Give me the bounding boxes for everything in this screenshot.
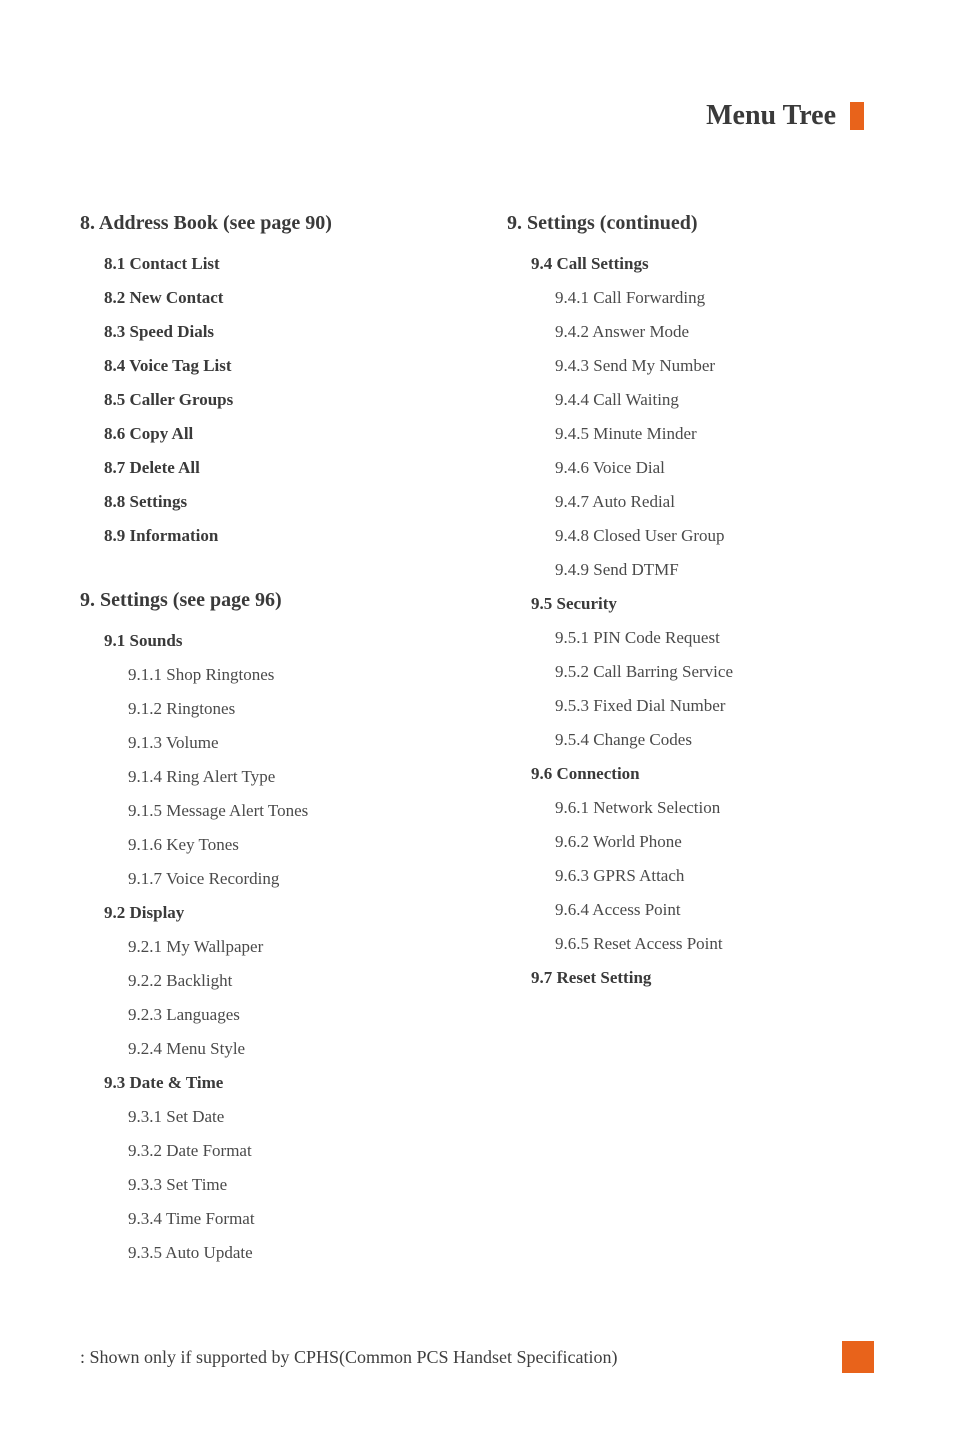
right-column: 9. Settings (continued) 9.4 Call Setting… bbox=[507, 212, 874, 1270]
item-8-9: 8.9 Information bbox=[104, 519, 447, 553]
item-9-3-3: 9.3.3 Set Time bbox=[128, 1168, 447, 1202]
footer-accent-marker bbox=[842, 1341, 874, 1373]
footer-note: : Shown only if supported by CPHS(Common… bbox=[80, 1347, 618, 1368]
item-9-2-3: 9.2.3 Languages bbox=[128, 998, 447, 1032]
page-container: Menu Tree 8. Address Book (see page 90) … bbox=[0, 0, 954, 1433]
page-footer: : Shown only if supported by CPHS(Common… bbox=[80, 1341, 874, 1373]
page-header: Menu Tree bbox=[80, 100, 874, 132]
item-9-1-3: 9.1.3 Volume bbox=[128, 726, 447, 760]
item-9-6: 9.6 Connection bbox=[531, 757, 874, 791]
item-9-3-5: 9.3.5 Auto Update bbox=[128, 1236, 447, 1270]
page-title: Menu Tree bbox=[706, 100, 836, 132]
left-column: 8. Address Book (see page 90) 8.1 Contac… bbox=[80, 212, 447, 1270]
item-9-1: 9.1 Sounds bbox=[104, 624, 447, 658]
item-9-6-1: 9.6.1 Network Selection bbox=[555, 791, 874, 825]
item-9-4: 9.4 Call Settings bbox=[531, 247, 874, 281]
item-9-5-1: 9.5.1 PIN Code Request bbox=[555, 621, 874, 655]
item-9-4-5: 9.4.5 Minute Minder bbox=[555, 417, 874, 451]
item-9-1-4: 9.1.4 Ring Alert Type bbox=[128, 760, 447, 794]
item-8-7: 8.7 Delete All bbox=[104, 451, 447, 485]
item-9-4-9: 9.4.9 Send DTMF bbox=[555, 553, 874, 587]
item-9-4-2: 9.4.2 Answer Mode bbox=[555, 315, 874, 349]
item-9-5-3: 9.5.3 Fixed Dial Number bbox=[555, 689, 874, 723]
item-8-5: 8.5 Caller Groups bbox=[104, 383, 447, 417]
item-9-4-3: 9.4.3 Send My Number bbox=[555, 349, 874, 383]
item-9-4-7: 9.4.7 Auto Redial bbox=[555, 485, 874, 519]
item-9-1-6: 9.1.6 Key Tones bbox=[128, 828, 447, 862]
item-9-5: 9.5 Security bbox=[531, 587, 874, 621]
item-8-1: 8.1 Contact List bbox=[104, 247, 447, 281]
item-8-2: 8.2 New Contact bbox=[104, 281, 447, 315]
item-9-4-6: 9.4.6 Voice Dial bbox=[555, 451, 874, 485]
section-9-heading: 9. Settings (see page 96) bbox=[80, 589, 447, 612]
item-9-2-2: 9.2.2 Backlight bbox=[128, 964, 447, 998]
item-9-2-4: 9.2.4 Menu Style bbox=[128, 1032, 447, 1066]
item-9-4-4: 9.4.4 Call Waiting bbox=[555, 383, 874, 417]
item-8-6: 8.6 Copy All bbox=[104, 417, 447, 451]
item-9-7: 9.7 Reset Setting bbox=[531, 961, 874, 995]
item-9-5-4: 9.5.4 Change Codes bbox=[555, 723, 874, 757]
item-9-2-1: 9.2.1 My Wallpaper bbox=[128, 930, 447, 964]
item-8-3: 8.3 Speed Dials bbox=[104, 315, 447, 349]
item-9-6-5: 9.6.5 Reset Access Point bbox=[555, 927, 874, 961]
content-columns: 8. Address Book (see page 90) 8.1 Contac… bbox=[80, 212, 874, 1270]
item-9-5-2: 9.5.2 Call Barring Service bbox=[555, 655, 874, 689]
item-9-2: 9.2 Display bbox=[104, 896, 447, 930]
header-accent-marker bbox=[850, 102, 864, 130]
item-9-1-5: 9.1.5 Message Alert Tones bbox=[128, 794, 447, 828]
item-9-3-2: 9.3.2 Date Format bbox=[128, 1134, 447, 1168]
item-9-4-8: 9.4.8 Closed User Group bbox=[555, 519, 874, 553]
item-9-3-1: 9.3.1 Set Date bbox=[128, 1100, 447, 1134]
section-8-heading: 8. Address Book (see page 90) bbox=[80, 212, 447, 235]
item-9-1-1: 9.1.1 Shop Ringtones bbox=[128, 658, 447, 692]
item-9-6-3: 9.6.3 GPRS Attach bbox=[555, 859, 874, 893]
item-8-8: 8.8 Settings bbox=[104, 485, 447, 519]
item-9-3-4: 9.3.4 Time Format bbox=[128, 1202, 447, 1236]
item-9-4-1: 9.4.1 Call Forwarding bbox=[555, 281, 874, 315]
item-9-6-4: 9.6.4 Access Point bbox=[555, 893, 874, 927]
item-9-1-2: 9.1.2 Ringtones bbox=[128, 692, 447, 726]
section-9-continued-heading: 9. Settings (continued) bbox=[507, 212, 874, 235]
item-9-1-7: 9.1.7 Voice Recording bbox=[128, 862, 447, 896]
item-9-3: 9.3 Date & Time bbox=[104, 1066, 447, 1100]
item-8-4: 8.4 Voice Tag List bbox=[104, 349, 447, 383]
item-9-6-2: 9.6.2 World Phone bbox=[555, 825, 874, 859]
